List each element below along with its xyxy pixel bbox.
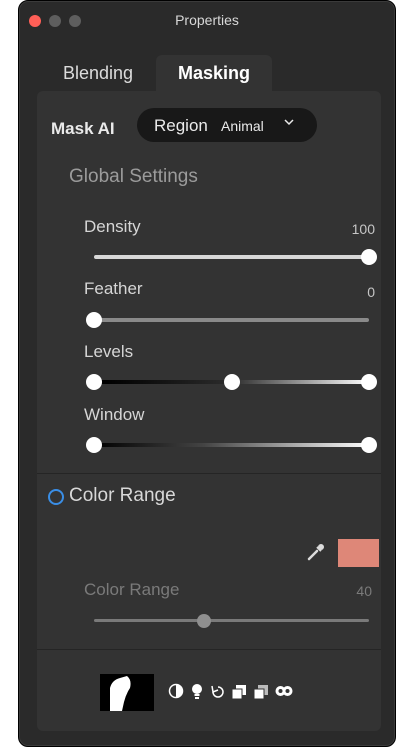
eyedropper-icon[interactable] xyxy=(305,541,327,563)
levels-slider-track[interactable] xyxy=(86,374,377,390)
color-range-slider-thumb[interactable] xyxy=(197,614,211,628)
region-label: Region xyxy=(154,116,208,135)
window-high-thumb[interactable] xyxy=(361,437,377,453)
window-slider-track[interactable] xyxy=(86,437,377,453)
levels-label: Levels xyxy=(84,342,134,361)
copy-layer-icon[interactable] xyxy=(230,683,248,706)
global-settings-title: Global Settings xyxy=(69,166,198,187)
window-label: Window xyxy=(84,405,145,424)
levels-high-thumb[interactable] xyxy=(361,374,377,390)
divider xyxy=(37,473,381,474)
mask-thumbnail[interactable] xyxy=(100,674,154,711)
divider xyxy=(37,649,381,650)
density-label: Density xyxy=(84,217,141,236)
density-value: 100 xyxy=(351,221,375,237)
color-range-slider-track[interactable] xyxy=(94,614,369,628)
color-range-title: Color Range xyxy=(69,485,176,506)
region-value: Animal xyxy=(221,118,264,134)
mask-ai-label: Mask AI xyxy=(51,119,115,138)
tab-blending[interactable]: Blending xyxy=(51,55,145,91)
density-slider-thumb[interactable] xyxy=(361,249,377,265)
title-bar[interactable]: Properties xyxy=(19,1,395,39)
feather-value: 0 xyxy=(367,284,375,300)
levels-mid-thumb[interactable] xyxy=(223,374,240,390)
color-range-slider-value: 40 xyxy=(356,583,372,599)
window-low-thumb[interactable] xyxy=(86,437,102,453)
chevron-down-icon xyxy=(283,116,295,131)
paste-layer-icon[interactable] xyxy=(252,683,270,706)
masking-panel: Mask AI Region Animal Global Settings De… xyxy=(37,91,381,731)
feather-slider-track[interactable] xyxy=(86,312,369,328)
feather-slider-thumb[interactable] xyxy=(86,312,102,328)
tab-masking[interactable]: Masking xyxy=(156,55,272,93)
region-dropdown[interactable]: Region Animal xyxy=(137,108,317,142)
density-slider-track[interactable] xyxy=(94,249,377,265)
window-title: Properties xyxy=(175,12,239,28)
undo-icon[interactable] xyxy=(209,683,227,706)
color-range-toggle[interactable] xyxy=(48,489,64,505)
levels-low-thumb[interactable] xyxy=(86,374,102,390)
color-range-slider-label: Color Range xyxy=(84,580,180,599)
contrast-icon[interactable] xyxy=(168,683,184,704)
color-swatch[interactable] xyxy=(338,539,379,567)
lightbulb-icon[interactable] xyxy=(190,683,204,706)
properties-window: Properties Blending Masking Mask AI Regi… xyxy=(18,0,396,747)
overlay-icon[interactable] xyxy=(274,683,294,704)
feather-label: Feather xyxy=(84,279,143,298)
